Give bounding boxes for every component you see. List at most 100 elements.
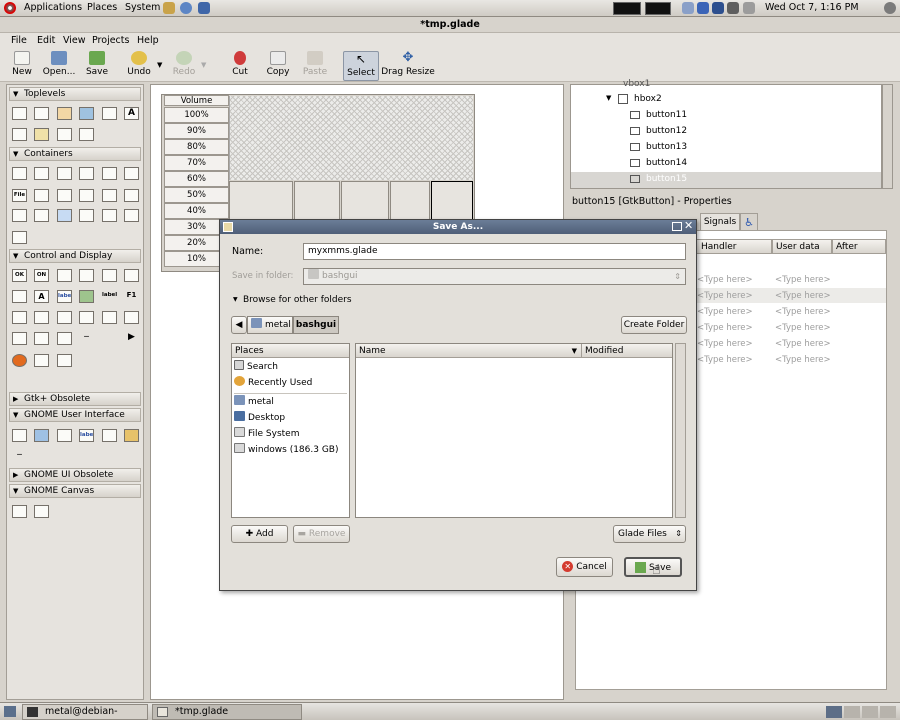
scrolled-window-icon[interactable] bbox=[34, 209, 49, 222]
radio-button-icon[interactable] bbox=[102, 269, 117, 282]
file-chooser-icon[interactable] bbox=[12, 128, 27, 141]
volume-icon[interactable] bbox=[743, 2, 755, 14]
gnome-pixmap-entry-icon[interactable] bbox=[124, 429, 139, 442]
column-name[interactable]: Name ▼ bbox=[356, 344, 582, 358]
notebook-icon[interactable] bbox=[79, 167, 94, 180]
redo-dropdown-icon[interactable]: ▼ bbox=[201, 61, 206, 69]
column-modified[interactable]: Modified bbox=[582, 344, 672, 358]
redo-button[interactable]: Redo bbox=[169, 51, 199, 81]
hbox-icon[interactable] bbox=[12, 167, 27, 180]
file-filter-combo[interactable]: Glade Files ⇕ bbox=[613, 525, 686, 543]
tree-row-button13[interactable]: button13 bbox=[646, 142, 687, 152]
volume-level-50[interactable]: 50% bbox=[164, 187, 229, 203]
undo-dropdown-icon[interactable]: ▼ bbox=[157, 61, 162, 69]
place-search[interactable]: Search bbox=[234, 360, 278, 375]
copy-button[interactable]: Copy bbox=[264, 51, 292, 81]
alignment-icon[interactable] bbox=[124, 209, 139, 222]
vbuttonbox-icon[interactable] bbox=[124, 189, 139, 202]
recent-dialog-icon[interactable] bbox=[79, 128, 94, 141]
place-windows[interactable]: windows (186.3 GB) bbox=[234, 443, 339, 458]
layout-icon[interactable] bbox=[12, 209, 27, 222]
widget-tree[interactable]: vbox1 ▼ hbox2 button11 button12 button13… bbox=[570, 79, 882, 189]
path-crumb-bashgui[interactable]: bashgui bbox=[293, 316, 339, 334]
tree-row-hbox2[interactable]: hbox2 bbox=[634, 94, 662, 104]
table-icon[interactable] bbox=[57, 167, 72, 180]
hscale-icon[interactable] bbox=[57, 311, 72, 324]
filename-input[interactable]: myxmms.glade bbox=[303, 243, 686, 260]
tree-row-button11[interactable]: button11 bbox=[646, 110, 687, 120]
column-after[interactable]: After bbox=[832, 239, 886, 254]
volume-level-60[interactable]: 60% bbox=[164, 171, 229, 187]
color-button-icon[interactable] bbox=[12, 290, 27, 303]
column-user-data[interactable]: User data bbox=[772, 239, 832, 254]
tab-accessibility[interactable]: ♿ bbox=[740, 213, 758, 231]
font-button-icon[interactable]: A bbox=[34, 290, 49, 303]
paste-button[interactable]: Paste bbox=[300, 51, 330, 81]
color-dialog-icon[interactable] bbox=[102, 107, 117, 120]
volume-level-80[interactable]: 80% bbox=[164, 139, 229, 155]
browser-launcher-icon[interactable] bbox=[180, 2, 192, 14]
workspace-1[interactable] bbox=[826, 706, 842, 718]
accel-label-icon[interactable]: F1 bbox=[124, 290, 139, 303]
progress-bar-icon[interactable] bbox=[34, 332, 49, 345]
select-button[interactable]: ↖ Select bbox=[343, 51, 379, 81]
menu-view[interactable]: View bbox=[63, 35, 86, 46]
new-button[interactable]: New bbox=[6, 51, 38, 81]
cancel-button[interactable]: ✕ Cancel bbox=[556, 557, 613, 577]
entry-widget-icon[interactable] bbox=[12, 311, 27, 324]
debian-logo-icon[interactable] bbox=[4, 2, 16, 14]
vbox-icon[interactable] bbox=[34, 167, 49, 180]
gnome-date-edit-icon[interactable] bbox=[57, 429, 72, 442]
menu-widget-icon[interactable] bbox=[12, 354, 27, 367]
hbuttonbox-icon[interactable] bbox=[102, 189, 117, 202]
handler-placeholder[interactable]: <Type here> bbox=[697, 323, 753, 333]
menu-file[interactable]: File bbox=[11, 35, 27, 46]
places-menu[interactable]: Places bbox=[87, 2, 117, 13]
section-gnome-ui-obsolete[interactable]: ▶ GNOME UI Obsolete bbox=[9, 468, 141, 482]
applet-icon[interactable] bbox=[727, 2, 739, 14]
userdata-placeholder[interactable]: <Type here> bbox=[775, 323, 831, 333]
section-containers[interactable]: ▼ Containers bbox=[9, 147, 141, 161]
tree-row-button12[interactable]: button12 bbox=[646, 126, 687, 136]
undo-button[interactable]: Undo bbox=[123, 51, 155, 81]
show-desktop-icon[interactable] bbox=[4, 706, 16, 717]
open-button[interactable]: Open... bbox=[41, 51, 77, 81]
place-desktop[interactable]: Desktop bbox=[234, 411, 285, 426]
userdata-placeholder[interactable]: <Type here> bbox=[775, 355, 831, 365]
maximize-icon[interactable] bbox=[672, 222, 682, 231]
file-list-scrollbar[interactable] bbox=[675, 343, 686, 518]
browse-folders-toggle[interactable]: Browse for other folders bbox=[243, 295, 352, 305]
menu-help[interactable]: Help bbox=[137, 35, 159, 46]
userdata-placeholder[interactable]: <Type here> bbox=[775, 339, 831, 349]
file-list[interactable]: Name ▼ Modified bbox=[355, 343, 673, 518]
tree-scrollbar[interactable] bbox=[882, 84, 893, 189]
path-crumb-metal[interactable]: metal bbox=[247, 316, 293, 334]
volume-level-40[interactable]: 40% bbox=[164, 203, 229, 219]
handler-placeholder[interactable]: <Type here> bbox=[697, 339, 753, 349]
font-dialog-icon[interactable]: A bbox=[124, 107, 139, 120]
frame-icon[interactable] bbox=[102, 167, 117, 180]
path-back-button[interactable]: ◀ bbox=[231, 316, 247, 334]
gnome-dialog-icon[interactable] bbox=[34, 429, 49, 442]
task-terminal[interactable]: metal@debian-gatew... bbox=[22, 704, 148, 720]
close-icon[interactable]: ✕ bbox=[684, 219, 693, 233]
arrow-widget-icon[interactable]: ▶ bbox=[124, 332, 139, 345]
handler-placeholder[interactable]: <Type here> bbox=[697, 291, 753, 301]
workspace-3[interactable] bbox=[862, 706, 878, 718]
hpaned-icon[interactable] bbox=[57, 189, 72, 202]
event-box-icon[interactable] bbox=[102, 209, 117, 222]
applications-menu[interactable]: Applications bbox=[24, 2, 82, 13]
create-folder-button[interactable]: Create Folder bbox=[621, 316, 687, 334]
spin-button-icon[interactable] bbox=[79, 269, 94, 282]
volume-level-100[interactable]: 100% bbox=[164, 107, 229, 123]
vseparator-icon[interactable] bbox=[102, 332, 117, 345]
gnome-app-icon[interactable] bbox=[12, 429, 27, 442]
section-gnome-canvas[interactable]: ▼ GNOME Canvas bbox=[9, 484, 141, 498]
message-dialog-icon[interactable] bbox=[57, 107, 72, 120]
add-bookmark-button[interactable]: ✚ Add bbox=[231, 525, 288, 543]
userdata-placeholder[interactable]: <Type here> bbox=[775, 275, 831, 285]
tab-signals[interactable]: Signals bbox=[700, 213, 740, 231]
place-metal[interactable]: metal bbox=[234, 395, 274, 410]
menu-edit[interactable]: Edit bbox=[37, 35, 55, 46]
assistant-icon[interactable] bbox=[34, 128, 49, 141]
